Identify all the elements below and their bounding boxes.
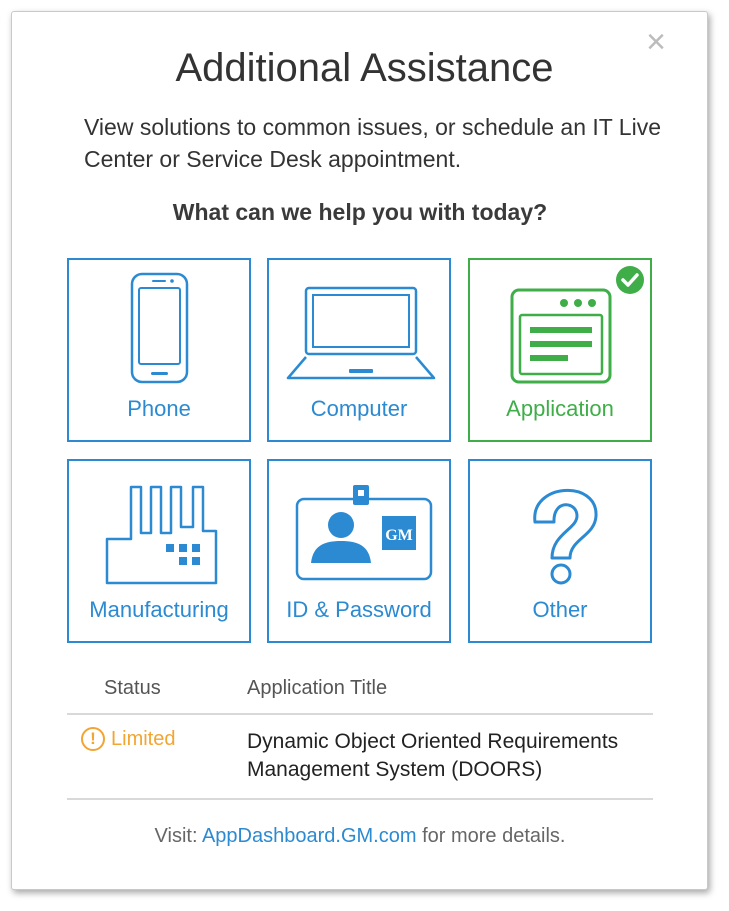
tile-label-phone: Phone (127, 396, 191, 421)
tile-computer[interactable]: Computer (267, 258, 451, 442)
selected-check-icon (616, 266, 644, 294)
status-text: Limited (111, 727, 176, 750)
tile-label-manufacturing: Manufacturing (89, 597, 229, 622)
dialog-subtitle: View solutions to common issues, or sche… (84, 114, 661, 172)
app-dashboard-link[interactable]: AppDashboard.GM.com (202, 825, 417, 847)
tile-other[interactable]: Other (468, 459, 652, 643)
tile-manufacturing[interactable]: Manufacturing (67, 459, 251, 643)
tile-label-other: Other (532, 597, 588, 622)
table-divider (67, 713, 653, 715)
help-question: What can we help you with today? (172, 199, 548, 225)
application-title: Dynamic Object Oriented Requirements Man… (247, 730, 619, 781)
table-divider (67, 798, 653, 800)
tile-id-password[interactable]: GM ID & Password (267, 459, 451, 643)
tile-label-id-password: ID & Password (286, 597, 432, 622)
gm-logo: GM (385, 527, 413, 544)
footer-note: Visit: AppDashboard.GM.com for more deta… (0, 825, 720, 848)
footer-prefix: Visit: (154, 825, 202, 847)
tile-label-computer: Computer (310, 396, 408, 421)
column-header-application-title: Application Title (247, 677, 388, 699)
footer-suffix: for more details. (416, 825, 566, 847)
tile-phone[interactable]: Phone (67, 258, 251, 442)
status-badge: ! Limited (81, 727, 175, 751)
dialog-title: Additional Assistance (175, 46, 554, 90)
warning-icon: ! (81, 727, 105, 751)
tile-application[interactable]: Application (468, 258, 652, 442)
column-header-status: Status (104, 677, 161, 699)
tile-label-application: Application (506, 396, 614, 421)
